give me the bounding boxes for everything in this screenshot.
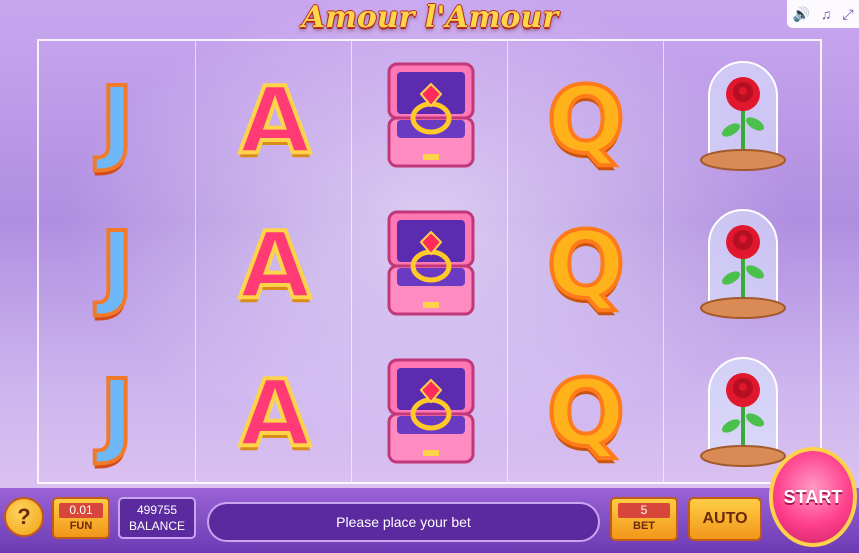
symbol-rose-dome (678, 197, 808, 327)
symbol-j: J (52, 56, 182, 186)
reel-1: J J J (39, 41, 195, 482)
symbol-j-letter: J (98, 212, 136, 319)
symbol-ring-box (366, 347, 496, 477)
denomination-caption: FUN (69, 520, 93, 532)
denomination-panel[interactable]: 0.01 FUN (52, 497, 110, 539)
bet-panel[interactable]: 5 BET (610, 497, 678, 541)
speaker-icon[interactable]: 🔊 (792, 6, 809, 23)
balance-value: 499755 (136, 503, 178, 517)
symbol-q-letter: Q (545, 67, 627, 174)
rose-dome-icon (700, 209, 786, 319)
symbol-ring-box (366, 199, 496, 329)
symbol-q: Q (521, 56, 651, 186)
symbol-q-letter: Q (545, 212, 627, 319)
symbol-q-letter: Q (545, 360, 627, 467)
symbol-a-letter: A (237, 360, 312, 467)
symbol-j: J (52, 201, 182, 331)
auto-button[interactable]: AUTO (688, 497, 762, 541)
balance-panel: 499755 BALANCE (118, 497, 196, 539)
rose-dome-icon (700, 61, 786, 171)
top-controls: 🔊 ♫ ⤢ (787, 0, 859, 28)
symbol-j-letter: J (98, 360, 136, 467)
balance-caption: BALANCE (128, 519, 186, 533)
reel-3 (351, 41, 508, 482)
symbol-q: Q (521, 201, 651, 331)
reel-2: A A A (195, 41, 352, 482)
bet-caption: BET (633, 520, 655, 532)
symbol-a: A (210, 56, 340, 186)
denomination-value: 0.01 (59, 503, 103, 518)
symbol-ring-box (366, 51, 496, 181)
status-message: Please place your bet (207, 502, 600, 542)
help-button[interactable]: ? (4, 497, 44, 537)
symbol-j: J (52, 349, 182, 479)
start-label: START (783, 486, 843, 507)
symbol-q: Q (521, 349, 651, 479)
reel-grid: J J J A A A Q Q Q (37, 39, 822, 484)
symbol-a: A (210, 349, 340, 479)
reel-5 (663, 41, 821, 482)
music-icon[interactable]: ♫ (821, 6, 832, 22)
rose-dome-icon (700, 357, 786, 467)
symbol-a-letter: A (237, 67, 312, 174)
ring-box-icon (387, 210, 475, 316)
start-button[interactable]: START (769, 447, 857, 547)
symbol-rose-dome (678, 49, 808, 179)
symbol-a-letter: A (237, 212, 312, 319)
symbol-a: A (210, 201, 340, 331)
game-title: Amour l'Amour (301, 0, 559, 35)
bet-value: 5 (618, 503, 670, 518)
reel-4: Q Q Q (507, 41, 664, 482)
fullscreen-icon[interactable]: ⤢ (842, 6, 853, 23)
symbol-j-letter: J (98, 67, 136, 174)
ring-box-icon (387, 358, 475, 464)
ring-box-icon (387, 62, 475, 168)
